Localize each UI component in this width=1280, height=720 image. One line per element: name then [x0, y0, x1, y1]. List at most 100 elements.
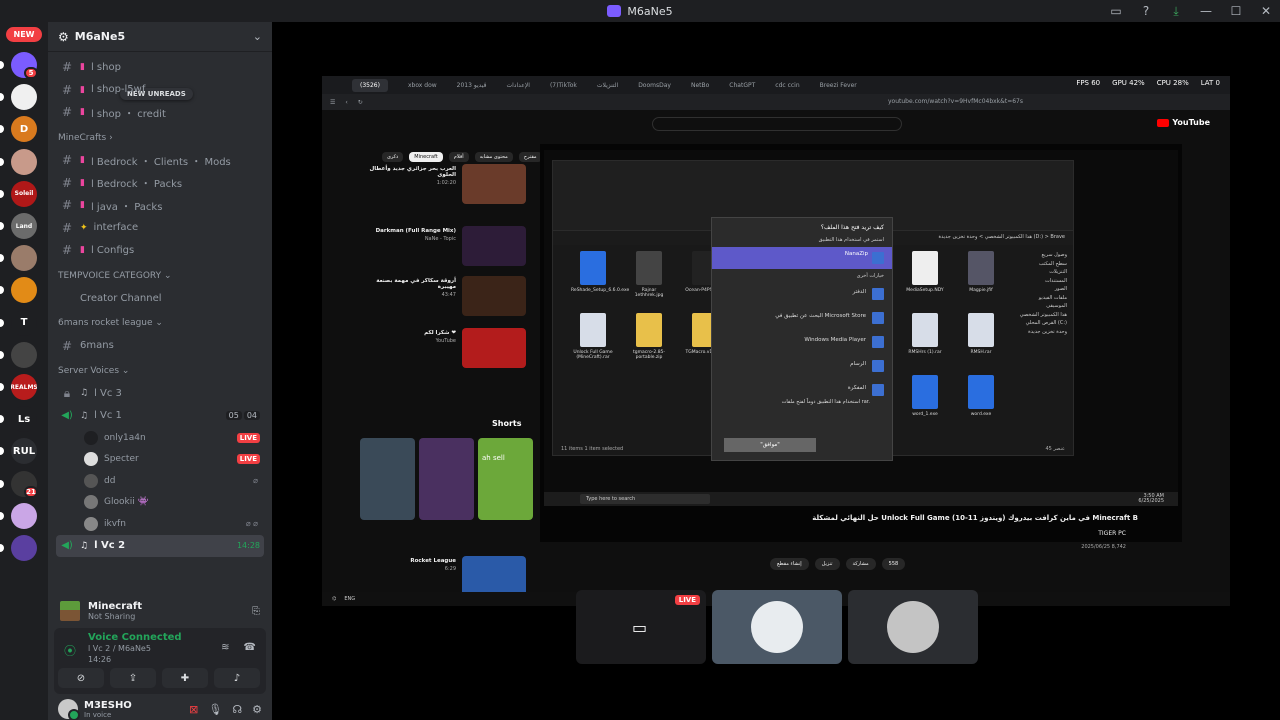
server-icon[interactable]: REALMS: [11, 374, 37, 400]
video-player[interactable]: هذا الكمبيوتر الشخصي > وحدة تخزين جديدة …: [540, 144, 1182, 570]
short-thumbnail[interactable]: [419, 438, 474, 520]
user-name[interactable]: M3ESHO: [84, 700, 132, 711]
chip[interactable]: أفلام: [448, 152, 469, 162]
channel-bedrock-clients[interactable]: # ▮ l Bedrock ・ Clients ・ Mods: [56, 149, 264, 172]
short-thumbnail[interactable]: ah sell: [478, 438, 533, 520]
channel-interface[interactable]: # ✦ interface: [56, 217, 264, 240]
menu-icon[interactable]: ☰: [330, 99, 335, 106]
voice-channel-vc1[interactable]: ◀) ♫ l Vc 1 05 04: [56, 405, 264, 428]
participant-tile[interactable]: [712, 590, 842, 664]
activities-button[interactable]: ✚: [162, 668, 208, 688]
voice-user[interactable]: only1a4n LIVE: [56, 427, 264, 449]
related-video[interactable]: أروقة سكاكر في مهمة بصنعة مهيبرة 43:47: [360, 276, 526, 324]
share-screen-icon[interactable]: ⎘: [252, 606, 260, 617]
screen-share-button[interactable]: ⇪: [110, 668, 156, 688]
browser-tab[interactable]: DoomsDay: [638, 82, 671, 89]
server-icon[interactable]: [11, 502, 37, 529]
chip[interactable]: مقترح: [518, 152, 542, 162]
stream-tile[interactable]: LIVE ▭: [576, 590, 706, 664]
channel-configs[interactable]: # ▮ l Configs: [56, 239, 264, 262]
server-icon[interactable]: [11, 277, 37, 304]
new-badge[interactable]: NEW: [6, 27, 42, 42]
voice-channel-vc3[interactable]: 🔒︎ ♫ l Vc 3: [56, 382, 264, 405]
browser-tab[interactable]: (3526): [352, 78, 388, 92]
short-thumbnail[interactable]: [360, 438, 415, 520]
browser-tab[interactable]: Breezi Fever: [820, 82, 857, 89]
microphone-icon[interactable]: 🎙︎: [208, 703, 222, 716]
category-tempvoice[interactable]: TEMPVOICE CATEGORY ⌄: [56, 265, 264, 287]
channel-java-packs[interactable]: # ▮ l java ・ Packs: [56, 194, 264, 217]
server-icon[interactable]: RUL: [11, 438, 37, 465]
noise-suppression-icon[interactable]: ≋: [221, 642, 229, 653]
search-input[interactable]: [652, 117, 902, 131]
server-icon[interactable]: T: [11, 309, 37, 336]
settings-gear-icon[interactable]: ⚙: [252, 703, 262, 716]
minimize-icon[interactable]: —: [1198, 3, 1214, 19]
clip-button[interactable]: إنشاء مقطع: [770, 558, 809, 570]
server-icon[interactable]: [11, 341, 37, 368]
channel-creator[interactable]: Creator Channel: [56, 287, 264, 310]
channel-shop-l5wf[interactable]: # ▮ l shop-l5wf: [56, 79, 264, 102]
avatar[interactable]: [58, 699, 80, 720]
related-video[interactable]: العرب بحر جزائري جديد وأعطال الحلوى 1:02:…: [360, 164, 526, 212]
channel-name[interactable]: TIGER PC: [1098, 530, 1126, 537]
chip[interactable]: Minecraft: [409, 152, 443, 162]
address-bar[interactable]: youtube.com/watch?v=9HvfMc04bxk&t=67s: [888, 98, 1023, 105]
browser-tab[interactable]: cdc ccin: [775, 82, 799, 89]
voice-user[interactable]: Specter LIVE: [56, 449, 264, 471]
related-video[interactable]: Darkman (Full Range Mix) NaNe - Topic: [360, 226, 526, 274]
stream-video[interactable]: (3526) xbox dow ڤيديو 2013 الإعدادات (7)…: [322, 76, 1230, 606]
disconnect-icon[interactable]: ☎: [244, 642, 256, 653]
browser-tab[interactable]: ڤيديو 2013: [457, 82, 487, 89]
browser-tab[interactable]: الإعدادات: [506, 82, 529, 89]
related-video[interactable]: شكرا لكم ❤ YouTube: [360, 328, 526, 376]
muted-icon: ⌀: [253, 476, 258, 486]
headphones-icon[interactable]: ☊: [232, 703, 242, 716]
back-icon[interactable]: ‹: [345, 99, 347, 106]
reload-icon[interactable]: ↻: [358, 99, 363, 106]
maximize-icon[interactable]: ☐: [1228, 3, 1244, 19]
channel-6mans[interactable]: #6mans: [56, 334, 264, 357]
channel-label: l java ・ Packs: [90, 201, 163, 213]
chip[interactable]: ذكرى: [382, 152, 404, 162]
server-icon[interactable]: Ls: [11, 406, 37, 433]
voice-user[interactable]: Glookii 👾: [56, 492, 264, 514]
category-rocket[interactable]: 6mans rocket league ⌄: [56, 312, 264, 334]
youtube-logo[interactable]: YouTube: [1157, 118, 1210, 127]
inbox-icon[interactable]: ▭: [1108, 3, 1124, 19]
channel-shop-credit[interactable]: # ▮ l shop ・ credit: [56, 101, 264, 124]
category-minecraft[interactable]: MineCrafts ›: [56, 127, 264, 149]
browser-tab[interactable]: ChatGPT: [729, 82, 755, 89]
participant-tile[interactable]: [848, 590, 978, 664]
browser-tab[interactable]: NetBo: [691, 82, 709, 89]
download-icon[interactable]: ⤓: [1168, 3, 1184, 19]
browser-tab[interactable]: (7)TikTok: [550, 82, 577, 89]
server-icon[interactable]: D: [11, 116, 37, 143]
camera-off-button[interactable]: ⊘: [58, 668, 104, 688]
voice-user[interactable]: dd ⌀: [56, 470, 264, 492]
channel-label: l Bedrock ・ Packs: [90, 179, 183, 191]
browser-tab[interactable]: xbox dow: [408, 82, 437, 89]
channel-bedrock-packs[interactable]: # ▮ l Bedrock ・ Packs: [56, 171, 264, 194]
soundboard-button[interactable]: ♪: [214, 668, 260, 688]
download-button[interactable]: تنزيل: [814, 558, 840, 570]
stream-off-icon[interactable]: ⊠: [189, 703, 198, 716]
close-icon[interactable]: ✕: [1258, 3, 1274, 19]
chevron-down-icon[interactable]: ⌄: [253, 30, 262, 43]
server-icon[interactable]: [11, 148, 37, 175]
like-button[interactable]: 558: [881, 558, 906, 570]
category-voice[interactable]: Server Voices ⌄: [56, 360, 264, 382]
server-icon[interactable]: [11, 535, 37, 561]
server-icon[interactable]: [11, 245, 37, 272]
browser-tab[interactable]: التنزيلات: [597, 82, 618, 89]
help-icon[interactable]: ?: [1138, 3, 1154, 19]
channel-shop[interactable]: # ▮ l shop: [56, 56, 264, 79]
server-icon[interactable]: Land: [11, 213, 37, 239]
server-icon[interactable]: Soleil: [11, 180, 37, 207]
chip[interactable]: محتوى مشابه: [474, 152, 513, 162]
share-button[interactable]: مشاركة: [845, 558, 876, 570]
guild-header[interactable]: ⚙ M6aNe5 ⌄: [48, 22, 272, 52]
voice-user[interactable]: ikvfn ⌀ ⌀: [56, 513, 264, 535]
server-icon[interactable]: [11, 84, 37, 111]
voice-channel-vc2[interactable]: ◀) ♫ l Vc 2 14:28: [56, 534, 264, 558]
